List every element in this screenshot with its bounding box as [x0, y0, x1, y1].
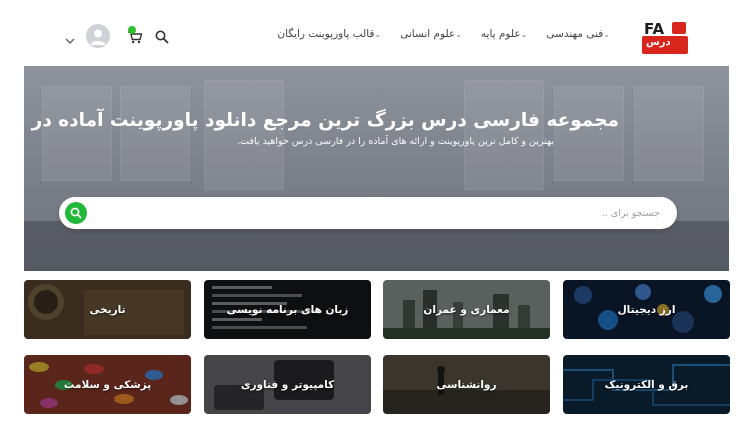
category-card-crypto[interactable]: ارز دیجیتال [563, 280, 730, 339]
search-icon[interactable] [154, 29, 170, 45]
category-label: پزشکی و سلامت [63, 378, 152, 391]
hero-banner: مجموعه فارسی درس بزرگ ترین مرجع دانلود پ… [24, 66, 729, 271]
main-nav: فنی مهندسی ⌄ علوم پایه ⌄ علوم انسانی ⌄ ق… [263, 28, 615, 40]
category-label: زبان های برنامه نویسی [226, 303, 349, 316]
category-label: روانشناسی [436, 378, 497, 391]
hero-bg-window [120, 86, 190, 181]
category-card-architecture[interactable]: معماری و عمران [383, 280, 550, 339]
search-submit-button[interactable] [65, 202, 87, 224]
site-header: FA درس فنی مهندسی ⌄ علوم پایه ⌄ علوم انس… [0, 0, 750, 66]
nav-item-free-templates[interactable]: قالب پاورپوینت رایگان ⌄ [277, 28, 386, 40]
category-label: ارز دیجیتال [617, 303, 676, 316]
category-card-psychology[interactable]: روانشناسی [383, 355, 550, 414]
chevron-down-icon: ⌄ [374, 29, 382, 39]
nav-item-label: فنی مهندسی [546, 28, 604, 40]
page-subtitle: بهترین و کامل ترین پاورپوینت و ارائه های… [237, 136, 554, 147]
category-card-medicine[interactable]: پزشکی و سلامت [24, 355, 191, 414]
logo-cap-mark [672, 22, 686, 34]
category-label: برق و الکترونیک [604, 378, 689, 391]
hero-bg-window [634, 86, 704, 181]
search-bar [59, 197, 677, 229]
chevron-down-icon: ⌄ [520, 29, 528, 39]
search-input[interactable] [99, 197, 664, 229]
category-label: کامپیوتر و فناوری [240, 378, 335, 391]
hero-bg-window [42, 86, 112, 181]
nav-item-label: علوم پایه [480, 28, 521, 40]
nav-item-humanities[interactable]: علوم انسانی ⌄ [400, 28, 467, 40]
category-card-computer[interactable]: کامپیوتر و فناوری [204, 355, 371, 414]
nav-item-engineering[interactable]: فنی مهندسی ⌄ [546, 28, 615, 40]
category-label: معماری و عمران [423, 303, 510, 316]
chevron-down-icon: ⌄ [455, 29, 462, 39]
hero-bg-window [464, 80, 544, 190]
avatar[interactable] [86, 24, 110, 48]
category-card-electronics[interactable]: برق و الکترونیک [563, 355, 730, 414]
category-card-history[interactable]: تاریخی [24, 280, 191, 339]
site-logo[interactable]: FA درس [642, 18, 690, 54]
chevron-down-icon[interactable] [64, 31, 76, 44]
cart-badge [128, 26, 136, 34]
category-card-programming[interactable]: زبان های برنامه نویسی [204, 280, 371, 339]
chevron-down-icon: ⌄ [603, 29, 610, 39]
category-label: تاریخی [89, 303, 126, 316]
page-title: مجموعه فارسی درس بزرگ ترین مرجع دانلود پ… [24, 110, 619, 131]
nav-item-label: قالب پاورپوینت رایگان [277, 28, 375, 40]
nav-item-label: علوم انسانی [400, 28, 456, 40]
logo-persian: درس [646, 37, 671, 48]
hero-bg-window [204, 80, 284, 190]
hero-bg-window [554, 86, 624, 181]
nav-item-basic-sciences[interactable]: علوم پایه ⌄ [481, 28, 532, 40]
